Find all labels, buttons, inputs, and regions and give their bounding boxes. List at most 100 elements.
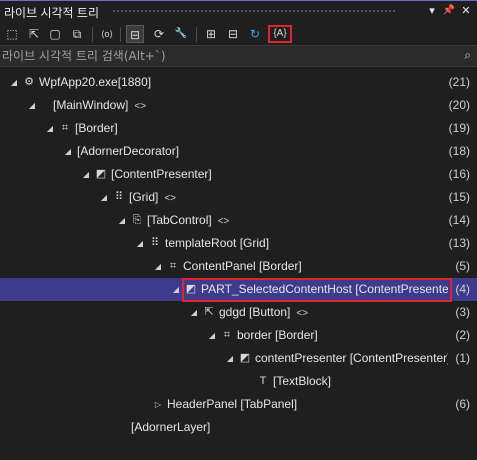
tree-node[interactable]: [Grid] <>	[129, 186, 176, 210]
tree-row[interactable]: ◢ ⌗ [Border] (19)	[0, 117, 477, 140]
collapse-arrow-icon[interactable]: ◢	[207, 324, 217, 347]
tree-row[interactable]: ◢ ◩ [ContentPresenter] (16)	[0, 163, 477, 186]
descendant-count: (1)	[455, 351, 470, 365]
tree-node[interactable]: border [Border]	[237, 324, 318, 347]
descendant-count: (5)	[455, 259, 470, 273]
tree-node-label: [Grid]	[129, 190, 159, 204]
tree-row[interactable]: ◢ ⌗ border [Border] (2)	[0, 324, 477, 347]
tree-row[interactable]: ◢ [AdornerDecorator] (18)	[0, 140, 477, 163]
select-pointer-icon[interactable]: ⇱	[25, 25, 43, 43]
tree-node[interactable]: [AdornerDecorator]	[77, 140, 179, 163]
collapse-arrow-icon[interactable]: ◢	[117, 209, 127, 232]
select-element-icon[interactable]: ⬚	[3, 25, 21, 43]
element-type-icon: ⌗	[169, 260, 177, 272]
tree-node[interactable]: [TextBlock]	[273, 370, 331, 393]
tree-node-label: border [Border]	[237, 328, 318, 342]
descendant-count: (2)	[455, 328, 470, 342]
descendant-count: (20)	[448, 98, 470, 112]
element-type-icon: ⠿	[114, 191, 124, 203]
collapse-all-icon[interactable]: ⊟	[224, 25, 242, 43]
refresh-icon[interactable]: ⟳	[150, 25, 168, 43]
tree-node[interactable]: WpfApp20.exe[1880]	[39, 71, 151, 94]
tree-row[interactable]: ◢ ⌗ ContentPanel [Border] (5)	[0, 255, 477, 278]
tree-node-label: gdgd [Button]	[219, 305, 291, 319]
close-icon[interactable]: ✕	[458, 3, 474, 19]
title-bar: 라이브 시각적 트리 ▾ 📌 ✕	[0, 0, 477, 23]
descendant-count: (15)	[448, 190, 470, 204]
tree-row[interactable]: ◢ [MainWindow] <> (20)	[0, 94, 477, 117]
wrench-icon[interactable]: 🔧	[172, 25, 190, 43]
tree-node[interactable]: [Border]	[75, 117, 118, 140]
tree-row[interactable]: ▷ HeaderPanel [TabPanel] (6)	[0, 393, 477, 416]
collapse-arrow-icon[interactable]: ◢	[135, 232, 145, 255]
collapse-arrow-icon[interactable]: ◢	[99, 186, 109, 209]
descendant-count: (18)	[448, 144, 470, 158]
tree-row[interactable]: ◢ ◩ contentPresenter [ContentPresenter] (1)	[0, 347, 477, 370]
window-position-dropdown-icon[interactable]: ▾	[424, 3, 440, 19]
collapse-arrow-icon[interactable]: ◢	[153, 255, 163, 278]
tree-node-label: WpfApp20.exe[1880]	[39, 75, 152, 89]
tree-row[interactable]: T [TextBlock]	[0, 370, 477, 393]
search-input[interactable]	[2, 48, 442, 64]
element-type-icon: ⎘	[132, 214, 142, 226]
tree-row[interactable]: ◢ ⠿ [Grid] <> (15)	[0, 186, 477, 209]
toolbar: ⬚ ⇱ ▢ ⧉ ⟨o⟩ ⊟ ⟳ 🔧 ⊞ ⊟ ↻ {A}	[0, 23, 477, 45]
tree-node-label: [TextBlock]	[273, 374, 332, 388]
descendant-count: (4)	[455, 282, 470, 296]
descendant-count: (16)	[448, 167, 470, 181]
expand-arrow-icon[interactable]: ▷	[153, 393, 163, 416]
search-icon[interactable]: ⌕	[464, 48, 471, 63]
expand-all-icon[interactable]: ⊞	[202, 25, 220, 43]
preview-source-icon[interactable]: <>	[134, 101, 146, 112]
collapse-arrow-icon[interactable]: ◢	[171, 278, 181, 301]
element-type-icon: ⚙	[24, 76, 34, 88]
descendant-count: (19)	[448, 121, 470, 135]
tree-row[interactable]: ◢ ⇱ gdgd [Button] <> (3)	[0, 301, 477, 324]
tree-node-label: [MainWindow]	[53, 98, 129, 112]
descendant-count: (6)	[455, 397, 470, 411]
tree-node-label: [TabControl]	[147, 213, 212, 227]
element-type-icon: ⌗	[61, 122, 69, 134]
tree-node-label: [Border]	[75, 121, 118, 135]
show-runtime-tools-icon[interactable]: ⟨o⟩	[98, 25, 116, 43]
tree-node[interactable]: templateRoot [Grid]	[165, 232, 269, 255]
collapse-arrow-icon[interactable]: ◢	[225, 347, 235, 370]
tree-node[interactable]: [TabControl] <>	[147, 209, 229, 233]
tree-row[interactable]: ◢ ⠿ templateRoot [Grid] (13)	[0, 232, 477, 255]
tree-node-label: [AdornerLayer]	[131, 420, 211, 434]
tree-row[interactable]: [AdornerLayer]	[0, 416, 477, 439]
tree-node[interactable]: ContentPanel [Border]	[183, 255, 302, 278]
element-type-icon: ⇱	[204, 306, 214, 318]
tree-node[interactable]: HeaderPanel [TabPanel]	[167, 393, 297, 416]
sync-icon[interactable]: ↻	[246, 25, 264, 43]
collapse-arrow-icon[interactable]: ◢	[27, 94, 37, 117]
preview-source-icon[interactable]: <>	[164, 193, 176, 204]
preview-source-icon[interactable]: <>	[218, 216, 230, 227]
descendant-count: (3)	[455, 305, 470, 319]
tree-node[interactable]: gdgd [Button] <>	[219, 301, 308, 325]
element-type-icon: ⌗	[223, 329, 231, 341]
collapse-arrow-icon[interactable]: ◢	[81, 163, 91, 186]
collapse-arrow-icon[interactable]: ◢	[45, 117, 55, 140]
collapse-arrow-icon[interactable]: ◢	[9, 71, 19, 94]
show-properties-icon[interactable]: {A}	[268, 25, 292, 43]
collapse-arrow-icon[interactable]: ◢	[189, 301, 199, 324]
selected-row-highlight-box	[182, 278, 452, 302]
tree-node[interactable]: [ContentPresenter]	[111, 163, 212, 186]
display-layout-adorner-icon[interactable]: ▢	[46, 25, 64, 43]
hot-reload-icon[interactable]: ⊟	[126, 25, 144, 43]
tree-node[interactable]: [AdornerLayer]	[131, 416, 210, 439]
track-focus-icon[interactable]: ⧉	[68, 25, 86, 43]
drag-grip[interactable]	[112, 9, 397, 14]
descendant-count: (14)	[448, 213, 470, 227]
tree-node-label: contentPresenter [ContentPresenter]	[255, 351, 448, 365]
descendant-count: (13)	[448, 236, 470, 250]
tree-node-label: [ContentPresenter]	[111, 167, 212, 181]
tree-row[interactable]: ◢ ⎘ [TabControl] <> (14)	[0, 209, 477, 232]
collapse-arrow-icon[interactable]: ◢	[63, 140, 73, 163]
pin-icon[interactable]: 📌	[441, 3, 457, 19]
preview-source-icon[interactable]: <>	[296, 308, 308, 319]
tree-node[interactable]: [MainWindow] <>	[53, 94, 146, 118]
tree-node[interactable]: contentPresenter [ContentPresenter]	[255, 347, 448, 370]
tree-row[interactable]: ◢ ⚙ WpfApp20.exe[1880] (21)	[0, 71, 477, 94]
